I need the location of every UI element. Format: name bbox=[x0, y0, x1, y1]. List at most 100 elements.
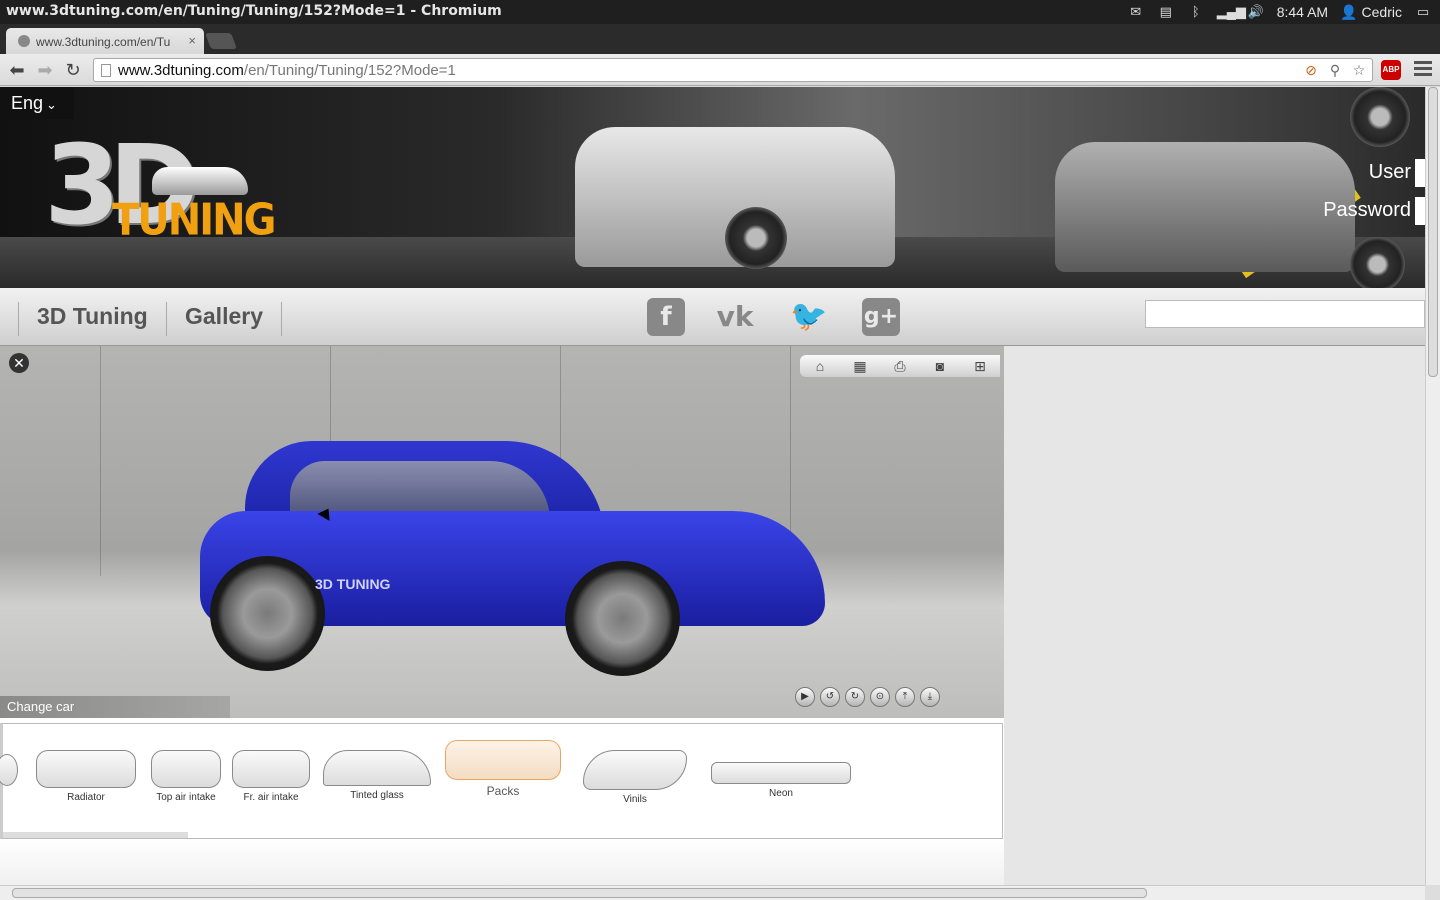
tab-strip: www.3dtuning.com/en/Tu × bbox=[0, 24, 1440, 54]
main-nav: 3D Tuning Gallery f vk 🐦 g+ bbox=[0, 288, 1425, 346]
part-label: Neon bbox=[769, 788, 793, 799]
user-icon: 👤 bbox=[1340, 3, 1358, 20]
blocked-icon[interactable]: ⊘ bbox=[1302, 61, 1320, 79]
url-host: www.3dtuning.com bbox=[118, 62, 244, 79]
zoom-icon[interactable]: ⚲ bbox=[1326, 61, 1344, 79]
browser-toolbar: ⬅ ➡ ↻ www.3dtuning.com/en/Tuning/Tuning/… bbox=[0, 54, 1440, 86]
close-icon[interactable]: ✕ bbox=[9, 353, 29, 373]
sitemap-icon[interactable]: ⊞ bbox=[970, 357, 990, 375]
page-lower-area bbox=[0, 839, 1004, 885]
url-path: /en/Tuning/Tuning/152?Mode=1 bbox=[243, 62, 456, 79]
radiator-icon bbox=[36, 750, 136, 788]
browser-menu-button[interactable] bbox=[1414, 61, 1432, 79]
system-tray: ✉ ▤ ᛒ ▂▄▆ 🔊 8:44 AM 👤 Cedric ▭ bbox=[1127, 0, 1432, 24]
part-item-neon[interactable]: Neon bbox=[707, 724, 855, 824]
center-icon[interactable]: ⊙ bbox=[870, 687, 890, 707]
vk-icon[interactable]: vk bbox=[716, 298, 754, 336]
google-plus-icon[interactable]: g+ bbox=[862, 298, 900, 336]
vinils-icon bbox=[583, 750, 687, 790]
lower-icon[interactable]: ⤓ bbox=[920, 687, 940, 707]
chevron-down-icon: ⌄ bbox=[46, 97, 57, 112]
nav-3d-tuning[interactable]: 3D Tuning bbox=[37, 303, 148, 330]
os-top-bar: www.3dtuning.com/en/Tuning/Tuning/152?Mo… bbox=[0, 0, 1440, 24]
header-wheel bbox=[725, 207, 787, 269]
clock[interactable]: 8:44 AM bbox=[1277, 4, 1328, 20]
change-car-button[interactable]: Change car bbox=[0, 696, 230, 718]
adblock-icon[interactable]: ABP bbox=[1381, 60, 1401, 80]
rear-wheel bbox=[210, 556, 325, 671]
part-label: Tinted glass bbox=[350, 790, 404, 801]
part-item-top-air-intake[interactable]: Top air intake bbox=[148, 724, 224, 824]
part-item-radiator[interactable]: Radiator bbox=[33, 724, 139, 824]
new-tab-button[interactable] bbox=[205, 33, 237, 49]
login-form: User Password bbox=[1275, 157, 1425, 233]
viewer-controls: ▶ ↺ ↻ ⊙ ⤒ ⤓ bbox=[795, 687, 940, 707]
nav-divider bbox=[18, 302, 19, 336]
signal-icon[interactable]: ▂▄▆ bbox=[1217, 4, 1246, 20]
play-icon[interactable]: ▶ bbox=[795, 687, 815, 707]
star-icon[interactable]: ☆ bbox=[1350, 61, 1368, 79]
part-item-partial[interactable] bbox=[0, 724, 19, 824]
password-input[interactable] bbox=[1415, 197, 1425, 225]
part-item-tinted-glass[interactable]: Tinted glass bbox=[321, 724, 433, 824]
user-label: User bbox=[1368, 161, 1411, 183]
car-3d-viewer[interactable]: ✕ ⌂ ▦ ⎙ ◙ ⊞ 3D TUNING Change car ▶ ↺ ↻ ⊙… bbox=[0, 346, 1004, 718]
packs-icon bbox=[445, 740, 561, 780]
wheel-part-icon bbox=[0, 754, 18, 786]
neon-icon bbox=[711, 762, 851, 784]
address-bar[interactable]: www.3dtuning.com/en/Tuning/Tuning/152?Mo… bbox=[93, 58, 1373, 82]
part-label: Fr. air intake bbox=[243, 792, 299, 803]
search-input[interactable] bbox=[1145, 300, 1425, 328]
camera-icon[interactable]: ◙ bbox=[930, 357, 950, 375]
logo-car-icon bbox=[152, 167, 248, 195]
top-air-intake-icon bbox=[151, 750, 221, 788]
parts-scrollbar[interactable] bbox=[3, 832, 188, 838]
part-item-packs[interactable]: Packs bbox=[443, 724, 563, 824]
nav-divider bbox=[166, 302, 167, 336]
facebook-icon[interactable]: f bbox=[647, 298, 685, 336]
page-icon bbox=[101, 64, 111, 77]
mail-icon[interactable]: ✉ bbox=[1127, 4, 1145, 20]
part-item-vinils[interactable]: Vinils bbox=[581, 724, 689, 824]
wall-seam bbox=[100, 346, 101, 576]
raise-icon[interactable]: ⤒ bbox=[895, 687, 915, 707]
part-label: Packs bbox=[486, 784, 520, 798]
home-icon[interactable]: ⌂ bbox=[810, 357, 830, 375]
header-rim bbox=[1350, 87, 1410, 147]
rotate-right-icon[interactable]: ↻ bbox=[845, 687, 865, 707]
browser-tab[interactable]: www.3dtuning.com/en/Tu × bbox=[6, 28, 204, 54]
vertical-scrollbar[interactable] bbox=[1425, 87, 1440, 885]
front-wheel bbox=[565, 561, 680, 676]
volume-icon[interactable]: 🔊 bbox=[1247, 4, 1265, 20]
horizontal-scrollbar[interactable] bbox=[0, 885, 1425, 900]
print-icon[interactable]: ⎙ bbox=[890, 357, 910, 375]
back-button[interactable]: ⬅ bbox=[6, 59, 28, 81]
part-label: Vinils bbox=[623, 794, 647, 805]
forward-button[interactable]: ➡ bbox=[34, 59, 56, 81]
tinted-glass-icon bbox=[323, 750, 431, 786]
nav-divider bbox=[281, 302, 282, 336]
language-selector[interactable]: Eng ⌄ bbox=[0, 87, 74, 119]
settings-icon[interactable]: ▭ bbox=[1414, 4, 1432, 20]
part-item-front-air-intake[interactable]: Fr. air intake bbox=[230, 724, 312, 824]
reload-button[interactable]: ↻ bbox=[62, 59, 84, 81]
language-label: Eng bbox=[11, 93, 44, 113]
tab-title: www.3dtuning.com/en/Tu bbox=[36, 35, 171, 49]
twitter-icon[interactable]: 🐦 bbox=[790, 298, 828, 336]
user-input[interactable] bbox=[1415, 159, 1425, 187]
front-air-intake-icon bbox=[232, 750, 310, 788]
window-title: www.3dtuning.com/en/Tuning/Tuning/152?Mo… bbox=[6, 3, 502, 19]
rotate-left-icon[interactable]: ↺ bbox=[820, 687, 840, 707]
clipboard-icon[interactable]: ▤ bbox=[1157, 4, 1175, 20]
site-logo[interactable]: 3D TUNING bbox=[44, 125, 276, 250]
parts-carousel: Radiator Top air intake Fr. air intake T… bbox=[0, 723, 1003, 839]
bluetooth-icon[interactable]: ᛒ bbox=[1187, 4, 1205, 20]
close-tab-icon[interactable]: × bbox=[188, 33, 196, 48]
right-panel bbox=[1004, 346, 1425, 885]
scroll-thumb[interactable] bbox=[12, 888, 1147, 898]
user-menu[interactable]: 👤 Cedric bbox=[1340, 4, 1402, 21]
nav-gallery[interactable]: Gallery bbox=[185, 303, 263, 330]
car-model[interactable]: 3D TUNING bbox=[200, 441, 830, 676]
style-icon[interactable]: ▦ bbox=[850, 357, 870, 375]
scroll-thumb[interactable] bbox=[1428, 87, 1438, 377]
